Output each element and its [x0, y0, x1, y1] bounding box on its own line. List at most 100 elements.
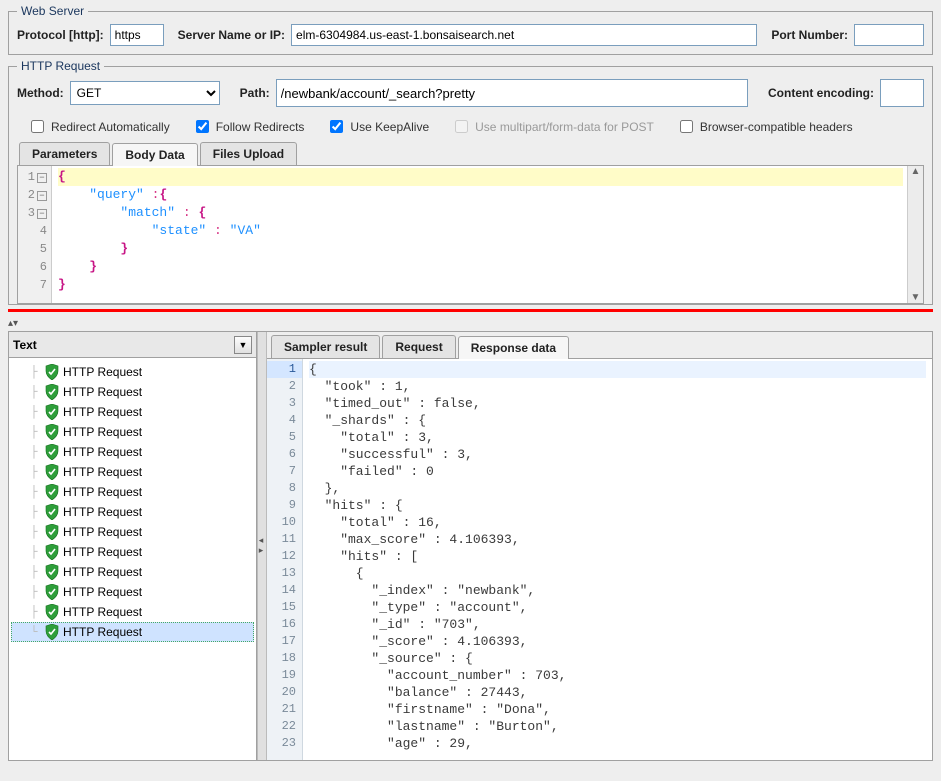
tab-body-data[interactable]: Body Data	[112, 143, 197, 166]
tree-branch-icon: ├	[27, 445, 41, 459]
tree-branch-icon: ├	[27, 425, 41, 439]
tree-item-label: HTTP Request	[63, 585, 142, 599]
tab-sampler-result[interactable]: Sampler result	[271, 335, 380, 358]
success-shield-icon	[45, 544, 59, 560]
tab-parameters[interactable]: Parameters	[19, 142, 110, 165]
body-gutter: 1−2−3−4567	[18, 166, 52, 303]
success-shield-icon	[45, 364, 59, 380]
protocol-input[interactable]	[110, 24, 164, 46]
success-shield-icon	[45, 624, 59, 640]
tree-item-label: HTTP Request	[63, 525, 142, 539]
tree-item[interactable]: ├ HTTP Request	[11, 582, 254, 602]
tree-item[interactable]: ├ HTTP Request	[11, 382, 254, 402]
keepalive-box[interactable]	[330, 120, 343, 133]
tree-item[interactable]: ├ HTTP Request	[11, 562, 254, 582]
server-name-label: Server Name or IP:	[178, 28, 285, 42]
tree-branch-icon: ├	[27, 545, 41, 559]
port-input[interactable]	[854, 24, 924, 46]
tree-item[interactable]: ├ HTTP Request	[11, 522, 254, 542]
browser-compat-box[interactable]	[680, 120, 693, 133]
tree-branch-icon: ├	[27, 465, 41, 479]
keepalive-check[interactable]: Use KeepAlive	[326, 117, 429, 136]
method-select[interactable]: GET	[70, 81, 220, 105]
tree-item-label: HTTP Request	[63, 485, 142, 499]
tree-branch-icon: ├	[27, 525, 41, 539]
tree-item[interactable]: └ HTTP Request	[11, 622, 254, 642]
path-input[interactable]	[276, 79, 748, 107]
content-encoding-input[interactable]	[880, 79, 924, 107]
protocol-label: Protocol [http]:	[17, 28, 104, 42]
response-code[interactable]: { "took" : 1, "timed_out" : false, "_sha…	[303, 359, 932, 760]
multipart-box	[455, 120, 468, 133]
follow-redirects-check[interactable]: Follow Redirects	[192, 117, 305, 136]
tree-item-label: HTTP Request	[63, 425, 142, 439]
tree-item[interactable]: ├ HTTP Request	[11, 362, 254, 382]
tree-branch-icon: ├	[27, 585, 41, 599]
path-label: Path:	[240, 86, 270, 100]
port-label: Port Number:	[771, 28, 848, 42]
tree-branch-icon: ├	[27, 365, 41, 379]
tree-item-label: HTTP Request	[63, 505, 142, 519]
tree-item[interactable]: ├ HTTP Request	[11, 402, 254, 422]
method-label: Method:	[17, 86, 64, 100]
success-shield-icon	[45, 464, 59, 480]
body-editor[interactable]: 1−2−3−4567 { "query" :{ "match" : { "sta…	[17, 166, 924, 304]
success-shield-icon	[45, 404, 59, 420]
pane-toggle-icon[interactable]: ▴▾	[8, 318, 933, 329]
tree-branch-icon: ├	[27, 405, 41, 419]
tree-item-label: HTTP Request	[63, 625, 142, 639]
success-shield-icon	[45, 524, 59, 540]
multipart-check: Use multipart/form-data for POST	[451, 117, 654, 136]
tree-item[interactable]: ├ HTTP Request	[11, 422, 254, 442]
body-scrollbar[interactable]: ▲▼	[907, 166, 923, 303]
tree-item[interactable]: ├ HTTP Request	[11, 482, 254, 502]
tree-branch-icon: ├	[27, 605, 41, 619]
tree-item[interactable]: ├HTTP Request	[11, 602, 254, 622]
tree-branch-icon: ├	[27, 505, 41, 519]
tab-request[interactable]: Request	[382, 335, 455, 358]
tree-item-label: HTTP Request	[63, 405, 142, 419]
tree-branch-icon: ├	[27, 385, 41, 399]
tree-item-label: HTTP Request	[63, 385, 142, 399]
tree-item-label: HTTP Request	[63, 445, 142, 459]
results-tree[interactable]: ├ HTTP Request ├ HTTP Request ├ HTTP Request ├…	[9, 358, 256, 760]
tab-response-data[interactable]: Response data	[458, 336, 569, 359]
tree-item[interactable]: ├ HTTP Request	[11, 542, 254, 562]
results-view-dropdown[interactable]: ▼	[234, 336, 252, 354]
results-detail-pane: Sampler result Request Response data 123…	[267, 332, 932, 760]
tree-item[interactable]: ├ HTTP Request	[11, 502, 254, 522]
tree-branch-icon: └	[27, 625, 41, 639]
success-shield-icon	[45, 484, 59, 500]
success-shield-icon	[45, 604, 59, 620]
vertical-splitter[interactable]: ◂▸	[257, 332, 267, 760]
tree-branch-icon: ├	[27, 565, 41, 579]
browser-compat-check[interactable]: Browser-compatible headers	[676, 117, 853, 136]
red-divider	[8, 309, 933, 312]
tree-item-label: HTTP Request	[63, 465, 142, 479]
tree-item-label: HTTP Request	[63, 545, 142, 559]
results-tree-pane: Text ▼ ├HTTP Request├HTTP Request├HTTP R…	[9, 332, 257, 760]
body-code[interactable]: { "query" :{ "match" : { "state" : "VA" …	[52, 166, 907, 303]
request-body-tabs: Parameters Body Data Files Upload	[17, 142, 924, 166]
results-view-title: Text	[13, 338, 234, 352]
server-name-input[interactable]	[291, 24, 757, 46]
redirect-auto-box[interactable]	[31, 120, 44, 133]
tree-item-label: HTTP Request	[63, 565, 142, 579]
success-shield-icon	[45, 564, 59, 580]
success-shield-icon	[45, 504, 59, 520]
success-shield-icon	[45, 384, 59, 400]
response-gutter: 1234567891011121314151617181920212223	[267, 359, 303, 760]
tree-item[interactable]: ├ HTTP Request	[11, 462, 254, 482]
tree-branch-icon: ├	[27, 485, 41, 499]
success-shield-icon	[45, 444, 59, 460]
content-encoding-label: Content encoding:	[768, 86, 874, 100]
tree-item[interactable]: ├ HTTP Request	[11, 442, 254, 462]
web-server-group: Web Server Protocol [http]: Server Name …	[8, 4, 933, 55]
tab-files-upload[interactable]: Files Upload	[200, 142, 297, 165]
response-viewer[interactable]: 1234567891011121314151617181920212223 { …	[267, 359, 932, 760]
tree-item-label: HTTP Request	[63, 365, 142, 379]
follow-redirects-box[interactable]	[196, 120, 209, 133]
success-shield-icon	[45, 424, 59, 440]
redirect-auto-check[interactable]: Redirect Automatically	[27, 117, 170, 136]
http-request-legend: HTTP Request	[17, 59, 104, 73]
